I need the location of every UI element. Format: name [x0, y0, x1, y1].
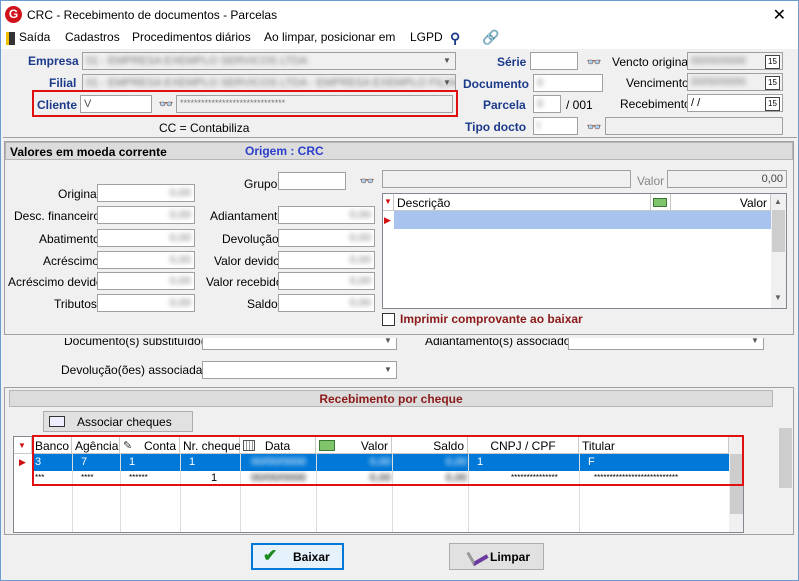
- original-label: Original: [58, 187, 100, 201]
- devolucoes-select[interactable]: ▼: [202, 361, 397, 379]
- link-icon[interactable]: 🔗: [482, 29, 499, 46]
- saldo-label: Saldo: [247, 297, 278, 311]
- description-grid[interactable]: ▼ Descrição Valor ▶ ▲ ▼: [382, 193, 787, 309]
- serie-binoculars-icon[interactable]: 👓: [585, 53, 603, 71]
- calendar-icon[interactable]: 15: [765, 55, 780, 69]
- original-field[interactable]: 0,00: [97, 184, 195, 202]
- cliente-highlight: [32, 90, 458, 117]
- cheque-icon: [49, 416, 65, 427]
- parcela-label: Parcela: [483, 98, 526, 112]
- menu-bar: Saída Cadastros Procedimentos diários Ao…: [1, 29, 798, 49]
- adiantamento-label: Adiantamento: [210, 209, 285, 223]
- row-pointer-icon: ▶: [383, 211, 394, 229]
- vencimento-label: Vencimento: [626, 76, 689, 90]
- empresa-label: Empresa: [28, 54, 79, 68]
- docs-substituted-label: Documento(s) substituído(s): [64, 338, 215, 348]
- devolucao-label: Devolução: [222, 232, 279, 246]
- documento-label: Documento: [463, 77, 529, 91]
- tipo-docto-field[interactable]: I: [533, 117, 578, 135]
- menu-saida[interactable]: Saída: [19, 30, 50, 44]
- adiantamentos-select[interactable]: ▼: [568, 338, 764, 350]
- main-window: G CRC - Recebimento de documentos - Parc…: [0, 0, 799, 581]
- menu-procedimentos[interactable]: Procedimentos diários: [132, 30, 251, 44]
- sort-icon: ▼: [383, 194, 394, 211]
- devolucao-field[interactable]: 0,00: [278, 229, 375, 247]
- app-logo-icon: G: [5, 6, 22, 23]
- origem-label: Origem : CRC: [245, 144, 324, 158]
- window-title: CRC - Recebimento de documentos - Parcel…: [27, 8, 278, 22]
- description-row-selected[interactable]: [394, 211, 771, 229]
- col-descricao[interactable]: Descrição: [394, 194, 651, 211]
- values-panel-header: Valores em moeda corrente Origem : CRC: [5, 142, 793, 160]
- saldo-field[interactable]: 0,00: [278, 294, 375, 312]
- tipo-docto-label: Tipo docto: [465, 120, 527, 134]
- valor-recebido-label: Valor recebido: [206, 275, 283, 289]
- check-icon: ✔: [263, 546, 278, 565]
- money-icon: [651, 194, 671, 211]
- desc-financeiro-field[interactable]: 0,00: [97, 206, 195, 224]
- tributos-field[interactable]: 0,00: [97, 294, 195, 312]
- grupo-field[interactable]: [278, 172, 346, 190]
- menu-cadastros[interactable]: Cadastros: [65, 30, 120, 44]
- print-receipt-checkbox[interactable]: [382, 313, 395, 326]
- cheque-panel-scrollbar[interactable]: [778, 388, 793, 534]
- valor-field: 0,00: [667, 170, 787, 188]
- eraser-icon: [466, 544, 489, 567]
- valor-devido-field[interactable]: 0,00: [278, 251, 375, 269]
- search-icon[interactable]: ⚲: [450, 30, 460, 47]
- cheque-row-highlight: [32, 435, 744, 486]
- serie-field[interactable]: [530, 52, 578, 70]
- valor-label: Valor: [637, 174, 665, 188]
- documento-field[interactable]: 0: [533, 74, 603, 92]
- menu-lgpd[interactable]: LGPD: [410, 30, 443, 44]
- calendar-icon[interactable]: 15: [765, 76, 780, 90]
- row-pointer-icon: ▶: [19, 457, 26, 467]
- col-valor[interactable]: Valor: [671, 194, 771, 211]
- parcela-field[interactable]: 0: [533, 95, 561, 113]
- title-bar: G CRC - Recebimento de documentos - Parc…: [1, 1, 798, 29]
- recebimento-label: Recebimento: [620, 97, 691, 111]
- grupo-binoculars-icon[interactable]: 👓: [358, 172, 376, 190]
- acrescimo-field[interactable]: 0,00: [97, 251, 195, 269]
- abatimento-field[interactable]: 0,00: [97, 229, 195, 247]
- valor-recebido-field[interactable]: 0,00: [278, 272, 375, 290]
- docs-substituted-select[interactable]: ▼: [202, 338, 397, 350]
- associations-panel: Documento(s) substituído(s) ▼ Adiantamen…: [4, 338, 780, 384]
- tipo-docto-desc: [605, 117, 783, 135]
- exit-icon: [6, 32, 15, 45]
- tributos-label: Tributos: [54, 297, 97, 311]
- valor-devido-label: Valor devido: [214, 254, 280, 268]
- vencto-original-label: Vencto original: [612, 55, 691, 69]
- acrescimo-devido-label: Acréscimo devido: [8, 275, 103, 289]
- abatimento-label: Abatimento: [39, 232, 100, 246]
- acrescimo-devido-field[interactable]: 0,00: [97, 272, 195, 290]
- grupo-desc-field: [382, 170, 631, 188]
- associate-cheques-button[interactable]: Associar cheques: [43, 411, 193, 432]
- menu-ao-limpar[interactable]: Ao limpar, posicionar em: [264, 30, 395, 44]
- serie-label: Série: [497, 55, 527, 69]
- cheque-panel-title: Recebimento por cheque: [9, 390, 773, 407]
- calendar-icon[interactable]: 15: [765, 97, 780, 111]
- adiantamentos-label: Adiantamento(s) associado(s): [425, 338, 585, 348]
- close-icon[interactable]: ✕: [773, 5, 786, 25]
- print-receipt-label: Imprimir comprovante ao baixar: [400, 312, 583, 326]
- description-scrollbar[interactable]: ▲ ▼: [771, 194, 786, 308]
- values-panel-title: Valores em moeda corrente: [10, 145, 167, 159]
- separator: [3, 137, 797, 138]
- adiantamento-field[interactable]: 0,00: [278, 206, 375, 224]
- devolucoes-label: Devolução(ões) associada(s): [61, 363, 217, 377]
- desc-financeiro-label: Desc. financeiro: [14, 209, 101, 223]
- parcela-total: / 001: [566, 98, 593, 112]
- tipo-binoculars-icon[interactable]: 👓: [585, 118, 603, 136]
- associations-scrollbar[interactable]: [780, 338, 795, 384]
- filial-label: Filial: [49, 76, 77, 90]
- baixar-button[interactable]: ✔ Baixar: [251, 543, 344, 570]
- cheque-sort-icon: ▼: [14, 437, 32, 454]
- limpar-button[interactable]: Limpar: [449, 543, 544, 570]
- empresa-select[interactable]: 01 - EMPRESA EXEMPLO SERVICOS LTDA ▼: [82, 52, 456, 70]
- cc-note: CC = Contabiliza: [159, 121, 250, 135]
- grupo-label: Grupo: [244, 177, 278, 191]
- acrescimo-label: Acréscimo: [43, 254, 100, 268]
